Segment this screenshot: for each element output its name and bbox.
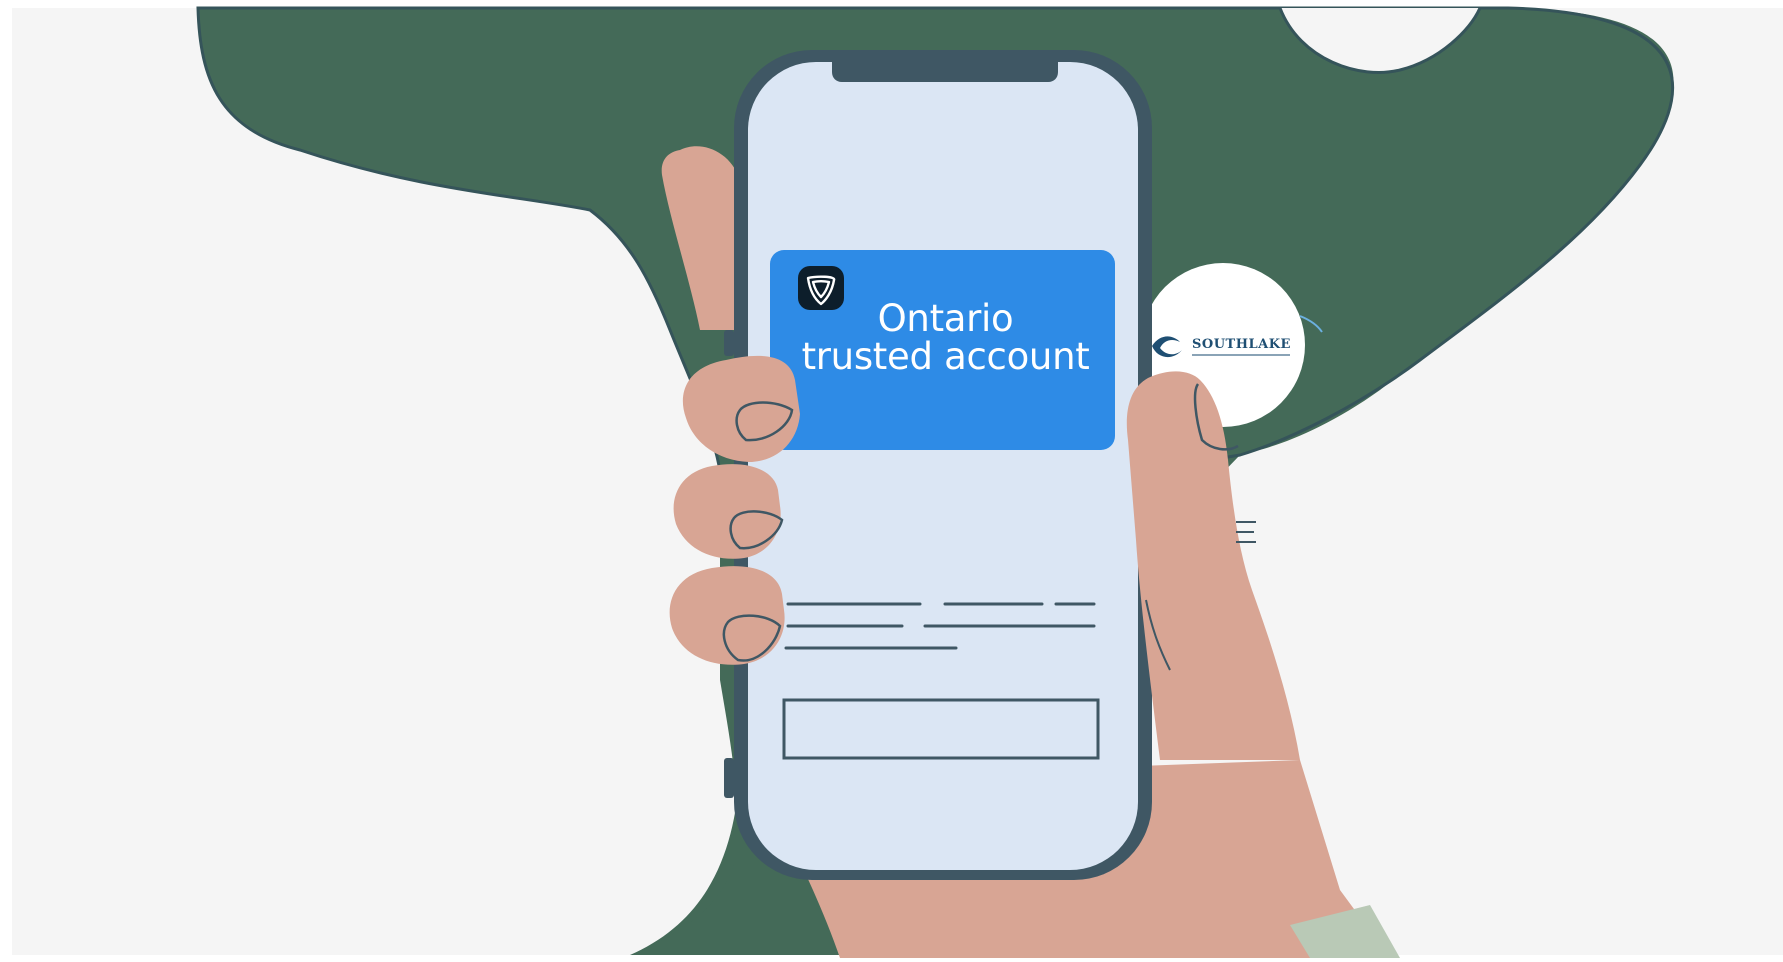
left-fingers — [669, 355, 800, 665]
phone-notch — [832, 58, 1058, 82]
frame-border-left — [0, 0, 12, 958]
phone-side-button-left — [724, 330, 734, 356]
card-title-line-2: trusted account — [801, 335, 1090, 378]
illustration-stage: SOUTHLAKE Ontario trusted account — [0, 0, 1783, 958]
ontario-card-title: Ontario trusted account — [773, 300, 1118, 376]
phone-screen — [748, 62, 1138, 870]
southlake-logo-text: SOUTHLAKE — [1192, 337, 1291, 352]
southlake-logo-subline — [1192, 354, 1290, 356]
phone-side-button-left-2 — [724, 758, 734, 798]
illustration-svg: SOUTHLAKE — [0, 0, 1783, 958]
card-title-line-1: Ontario — [877, 297, 1014, 340]
